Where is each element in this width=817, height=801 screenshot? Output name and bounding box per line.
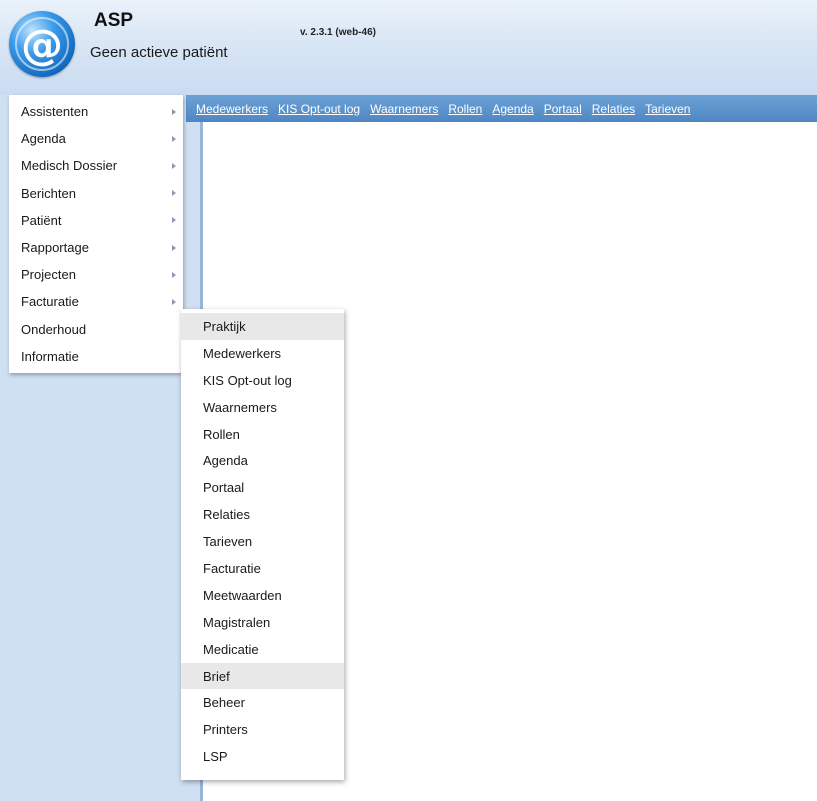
menu-item-onderhoud[interactable]: Onderhoud [9,316,183,343]
menu-item-assistenten[interactable]: Assistenten [9,98,183,125]
menu-item-label: Projecten [21,267,76,283]
submenu-item-portaal[interactable]: Portaal [181,474,344,501]
submenu-item-agenda[interactable]: Agenda [181,447,344,474]
submenu-arrow-icon [172,298,176,305]
menu-item-label: Rapportage [21,240,89,256]
topnav-link-agenda[interactable]: Agenda [492,102,533,116]
submenu-item-facturatie[interactable]: Facturatie [181,555,344,582]
topnav-link-medewerkers[interactable]: Medewerkers [196,102,268,116]
menu-item-rapportage[interactable]: Rapportage [9,234,183,261]
submenu-item-meetwaarden[interactable]: Meetwaarden [181,582,344,609]
main-menu: Assistenten Agenda Medisch Dossier Beric… [9,95,183,373]
app-logo: @ [9,11,75,77]
topnav-link-rollen[interactable]: Rollen [448,102,482,116]
top-navigation: Medewerkers KIS Opt-out log Waarnemers R… [186,95,817,122]
submenu-item-kis-opt-out-log[interactable]: KIS Opt-out log [181,367,344,394]
menu-item-label: Facturatie [21,294,79,310]
menu-item-label: Informatie [21,348,79,364]
menu-item-projecten[interactable]: Projecten [9,261,183,288]
app-header: @ ASP v. 2.3.1 (web-46) Geen actieve pat… [0,0,817,95]
menu-item-patient[interactable]: Patiënt [9,207,183,234]
at-sign-icon: @ [21,19,63,69]
topnav-link-portaal[interactable]: Portaal [544,102,582,116]
onderhoud-submenu: Praktijk Medewerkers KIS Opt-out log Waa… [181,309,344,780]
menu-item-agenda[interactable]: Agenda [9,125,183,152]
submenu-arrow-icon [172,271,176,278]
app-title: ASP [94,10,134,31]
submenu-item-magistralen[interactable]: Magistralen [181,609,344,636]
menu-item-label: Medisch Dossier [21,158,118,174]
submenu-arrow-icon [172,108,176,115]
submenu-item-beheer[interactable]: Beheer [181,689,344,716]
submenu-item-praktijk[interactable]: Praktijk [181,313,344,340]
submenu-item-relaties[interactable]: Relaties [181,501,344,528]
menu-item-berichten[interactable]: Berichten [9,180,183,207]
menu-item-label: Assistenten [21,104,89,120]
patient-status: Geen actieve patiënt [90,44,228,61]
submenu-item-medicatie[interactable]: Medicatie [181,636,344,663]
version-label: v. 2.3.1 (web-46) [300,27,376,38]
submenu-item-lsp[interactable]: LSP [181,743,344,770]
submenu-arrow-icon [172,244,176,251]
submenu-item-printers[interactable]: Printers [181,716,344,743]
menu-item-label: Berichten [21,185,76,201]
menu-item-label: Onderhoud [21,321,87,337]
topnav-link-tarieven[interactable]: Tarieven [645,102,690,116]
submenu-item-tarieven[interactable]: Tarieven [181,528,344,555]
topnav-link-relaties[interactable]: Relaties [592,102,635,116]
submenu-item-waarnemers[interactable]: Waarnemers [181,394,344,421]
topnav-link-waarnemers[interactable]: Waarnemers [370,102,438,116]
submenu-item-medewerkers[interactable]: Medewerkers [181,340,344,367]
submenu-arrow-icon [172,190,176,197]
menu-item-medisch-dossier[interactable]: Medisch Dossier [9,152,183,179]
menu-item-label: Agenda [21,131,66,147]
submenu-arrow-icon [172,162,176,169]
submenu-arrow-icon [172,217,176,224]
menu-item-informatie[interactable]: Informatie [9,343,183,370]
submenu-item-rollen[interactable]: Rollen [181,421,344,448]
topnav-link-kis-opt-out-log[interactable]: KIS Opt-out log [278,102,360,116]
submenu-arrow-icon [172,135,176,142]
menu-item-facturatie[interactable]: Facturatie [9,288,183,315]
submenu-item-brief[interactable]: Brief [181,662,344,690]
menu-item-label: Patiënt [21,212,62,228]
